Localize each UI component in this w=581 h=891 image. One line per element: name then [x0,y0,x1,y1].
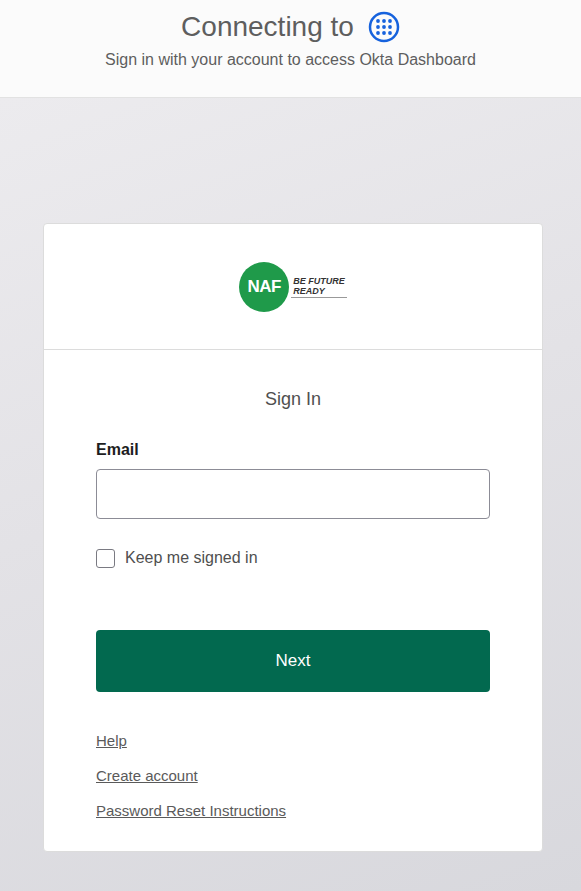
header-subtitle: Sign in with your account to access Okta… [105,50,476,70]
email-input[interactable] [96,469,490,519]
next-button[interactable]: Next [96,630,490,692]
sign-in-form: Sign In Email Keep me signed in Next Help Cre… [44,350,542,851]
header: Connecting to Sign in with your account t… [0,0,581,98]
checkbox[interactable] [96,549,115,568]
help-link[interactable]: Create account [96,766,198,786]
header-title-row: Connecting to [181,8,400,46]
checkbox-label: Keep me signed in [125,547,258,569]
tagline-line: BE FUTURE [293,276,345,286]
logo-mark: NAF [239,262,289,312]
naf-logo: NAFBE FUTUREREADY [239,262,347,312]
sign-in-page: Connecting to Sign in with your account t… [0,0,581,891]
help-link[interactable]: Help [96,731,127,751]
sign-in-card: NAFBE FUTUREREADYSign InEmailKeep me sig… [43,223,543,852]
keep-signed-in[interactable]: Keep me signed in [96,547,490,569]
field-label: Email [96,439,490,461]
help-links: Help Create account Password Reset Instruc… [96,731,490,821]
background-photo: NAFBE FUTUREREADYSign InEmailKeep me sig… [0,98,581,891]
form-title: Sign In [96,386,490,412]
logo-area: NAFBE FUTUREREADY [44,224,542,350]
tagline-line: READY [293,286,345,296]
header-title: Connecting to [181,8,354,46]
logo-tagline: BE FUTUREREADY [291,276,347,298]
help-link[interactable]: Password Reset Instructions [96,801,286,821]
form-field: Email [96,439,490,519]
okta-dashboard-icon [368,11,400,43]
